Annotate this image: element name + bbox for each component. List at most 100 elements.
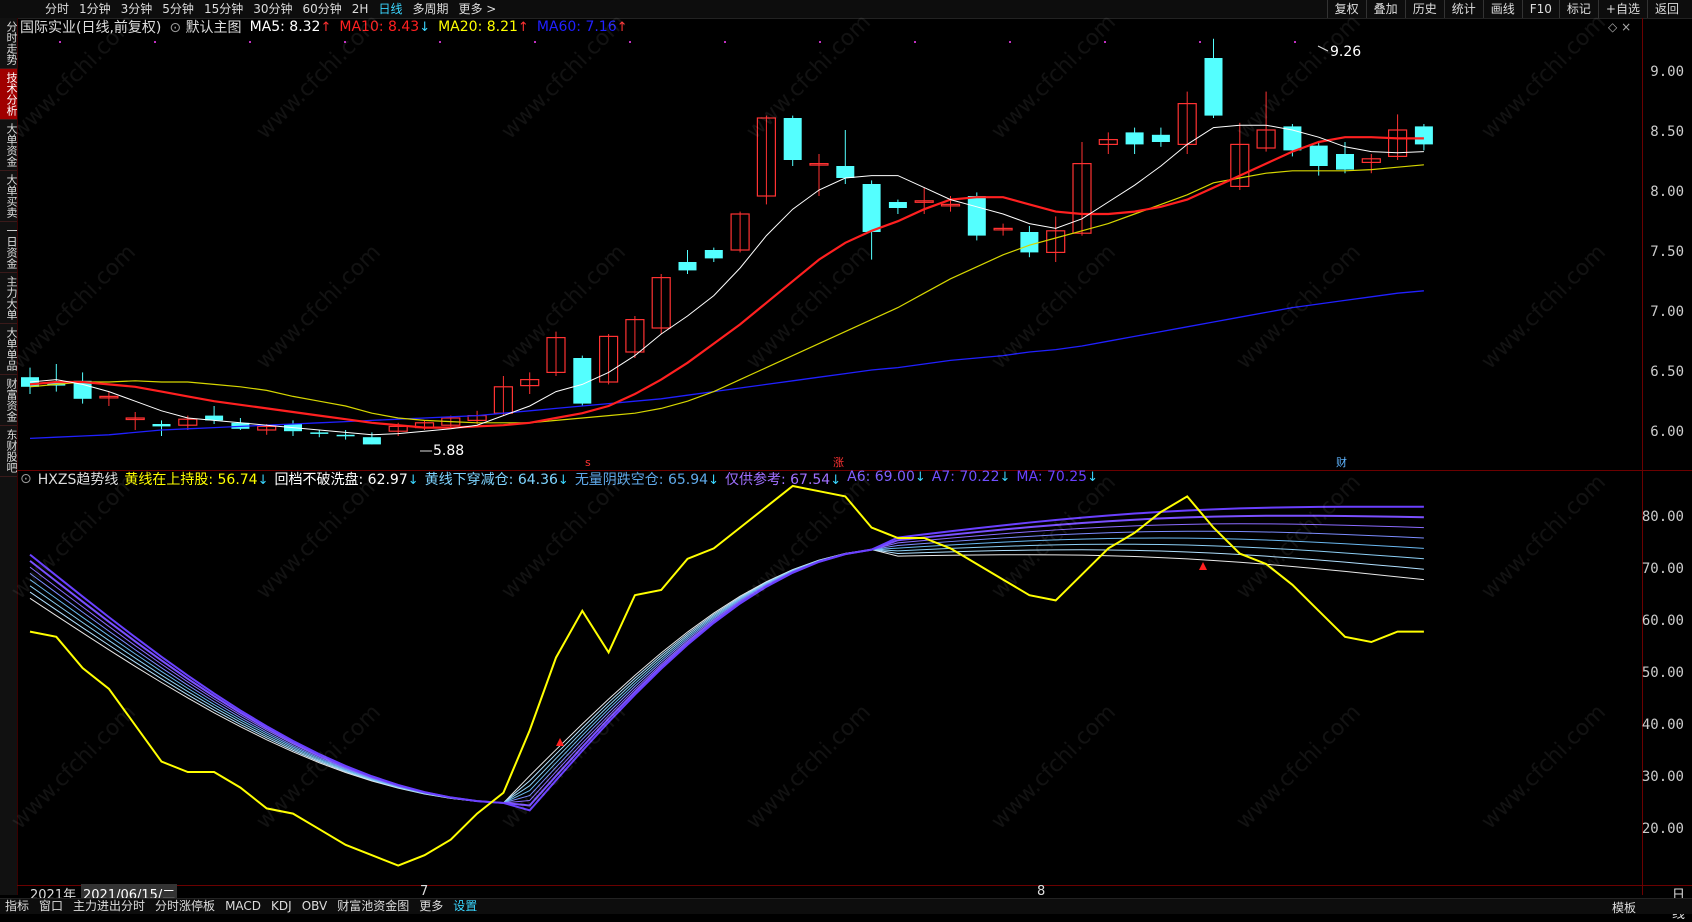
indicator-tick: 20.00	[1641, 821, 1684, 837]
candle-body	[678, 262, 697, 271]
bottom-tab[interactable]: 指标	[0, 899, 34, 914]
indicator-line	[29, 548, 1424, 804]
indicator-line	[29, 514, 1424, 807]
watermark-text: www.cfchi.com	[742, 700, 876, 834]
watermark-text: www.cfchi.com	[7, 470, 141, 604]
candle-body	[888, 202, 907, 208]
candle-body	[1309, 145, 1328, 166]
low-price-label: 5.88	[433, 443, 464, 459]
bottom-tab[interactable]: 财富池资金图	[332, 899, 414, 914]
candle-body	[336, 434, 355, 437]
marker-cai: 财	[1336, 455, 1347, 469]
indicator-line	[29, 548, 1424, 804]
indicator-tick: 40.00	[1641, 717, 1684, 733]
price-tick: 7.50	[1650, 244, 1684, 260]
candle-body	[836, 166, 855, 178]
watermark-text: www.cfchi.com	[497, 700, 631, 834]
indicator-tick: 50.00	[1641, 665, 1684, 681]
watermark-text: www.cfchi.com	[987, 470, 1121, 604]
price-tick: 7.00	[1650, 304, 1684, 320]
candle-body	[704, 250, 723, 259]
top-dot	[249, 41, 251, 43]
price-tick: 6.50	[1650, 364, 1684, 380]
candle-body	[362, 437, 381, 445]
indicator-tick: 80.00	[1641, 509, 1684, 525]
watermark-text: www.cfchi.com	[742, 10, 876, 144]
marker-s: s	[585, 456, 591, 469]
buy-arrow	[556, 738, 564, 746]
ma60-line	[29, 290, 1424, 440]
bottom-tab[interactable]: 分时涨停板	[150, 899, 220, 914]
price-tick: 9.00	[1650, 64, 1684, 80]
watermark-text: www.cfchi.com	[987, 700, 1121, 834]
candle-body	[1414, 126, 1433, 145]
indicator-line	[29, 543, 1424, 804]
candle-body	[1020, 232, 1039, 253]
watermark-text: www.cfchi.com	[252, 240, 386, 374]
watermark-text: www.cfchi.com	[1477, 10, 1611, 144]
indicator-tick: 70.00	[1641, 561, 1684, 577]
watermark-text: www.cfchi.com	[1232, 470, 1366, 604]
candle-body	[967, 196, 986, 236]
top-dot	[439, 41, 441, 43]
top-dot	[914, 41, 916, 43]
ma5-line	[29, 124, 1424, 436]
marker-zhang: 涨	[833, 456, 844, 469]
candle-body	[573, 358, 592, 404]
watermark-text: www.cfchi.com	[1477, 470, 1611, 604]
indicator-line	[29, 537, 1424, 804]
watermark-text: www.cfchi.com	[7, 10, 141, 144]
top-dot	[1294, 41, 1296, 43]
bottom-tab[interactable]: MACD	[220, 899, 266, 914]
yellow-trend-line	[29, 484, 1424, 867]
watermark-text: www.cfchi.com	[1232, 240, 1366, 374]
watermark-text: www.cfchi.com	[7, 700, 141, 834]
indicator-line	[29, 523, 1424, 804]
template-button[interactable]: 模板	[1612, 899, 1636, 916]
price-tick: 8.00	[1650, 184, 1684, 200]
ma20-line	[29, 164, 1424, 424]
indicator-line	[29, 530, 1424, 804]
candle-body	[152, 424, 171, 427]
candle-body	[1336, 154, 1354, 170]
candle-body	[1151, 134, 1170, 142]
watermark-text: www.cfchi.com	[497, 470, 631, 604]
watermark-text: www.cfchi.com	[1477, 240, 1611, 374]
top-dot	[1199, 41, 1201, 43]
watermark-text: www.cfchi.com	[1232, 10, 1366, 144]
watermark-text: www.cfchi.com	[1477, 700, 1611, 834]
stock-chart[interactable]: 9.265.88s 涨财www.cfchi.com www.cfchi.com www…	[0, 0, 1692, 913]
candle-body	[310, 432, 329, 434]
bottom-tab[interactable]: 更多	[414, 899, 448, 914]
bottom-tab-bar: 指标 窗口 主力进出分时 分时涨停板 MACD KDJ OBV 财富池资金图 更多 设置	[0, 898, 1692, 914]
bottom-tab[interactable]: OBV	[297, 899, 333, 914]
candle-body	[1204, 58, 1223, 116]
watermark-text: www.cfchi.com	[987, 240, 1121, 374]
watermark-text: www.cfchi.com	[252, 10, 386, 144]
watermark-text: www.cfchi.com	[987, 10, 1121, 144]
bottom-tab[interactable]: 窗口	[34, 899, 68, 914]
top-dot	[819, 41, 821, 43]
watermark-text: www.cfchi.com	[252, 700, 386, 834]
price-tick: 8.50	[1650, 124, 1684, 140]
price-tick: 6.00	[1650, 424, 1684, 440]
bottom-tab[interactable]: KDJ	[266, 899, 297, 914]
date-bar: 2021年 2021/06/15/二 7 8 日线	[17, 884, 1685, 922]
indicator-tick: 60.00	[1641, 613, 1684, 629]
bottom-tab[interactable]: 设置	[448, 899, 482, 914]
buy-arrow	[1199, 562, 1207, 570]
price-axis: 9.00 8.50 8.00 7.50 7.00 6.50 6.00	[1643, 0, 1692, 470]
candle-body	[783, 118, 802, 160]
candle-body	[1125, 132, 1144, 145]
watermark-text: www.cfchi.com	[497, 240, 631, 374]
watermark-text: www.cfchi.com	[497, 10, 631, 144]
indicator-tick: 30.00	[1641, 769, 1684, 785]
indicator-axis: 80.00 70.00 60.00 50.00 40.00 30.00 20.00	[1641, 470, 1692, 885]
indicator-line	[29, 505, 1424, 812]
top-dot	[1009, 41, 1011, 43]
watermark-text: www.cfchi.com	[7, 240, 141, 374]
bottom-tab[interactable]: 主力进出分时	[68, 899, 150, 914]
top-dot	[724, 41, 726, 43]
top-dot	[59, 41, 61, 43]
top-dot	[629, 41, 631, 43]
